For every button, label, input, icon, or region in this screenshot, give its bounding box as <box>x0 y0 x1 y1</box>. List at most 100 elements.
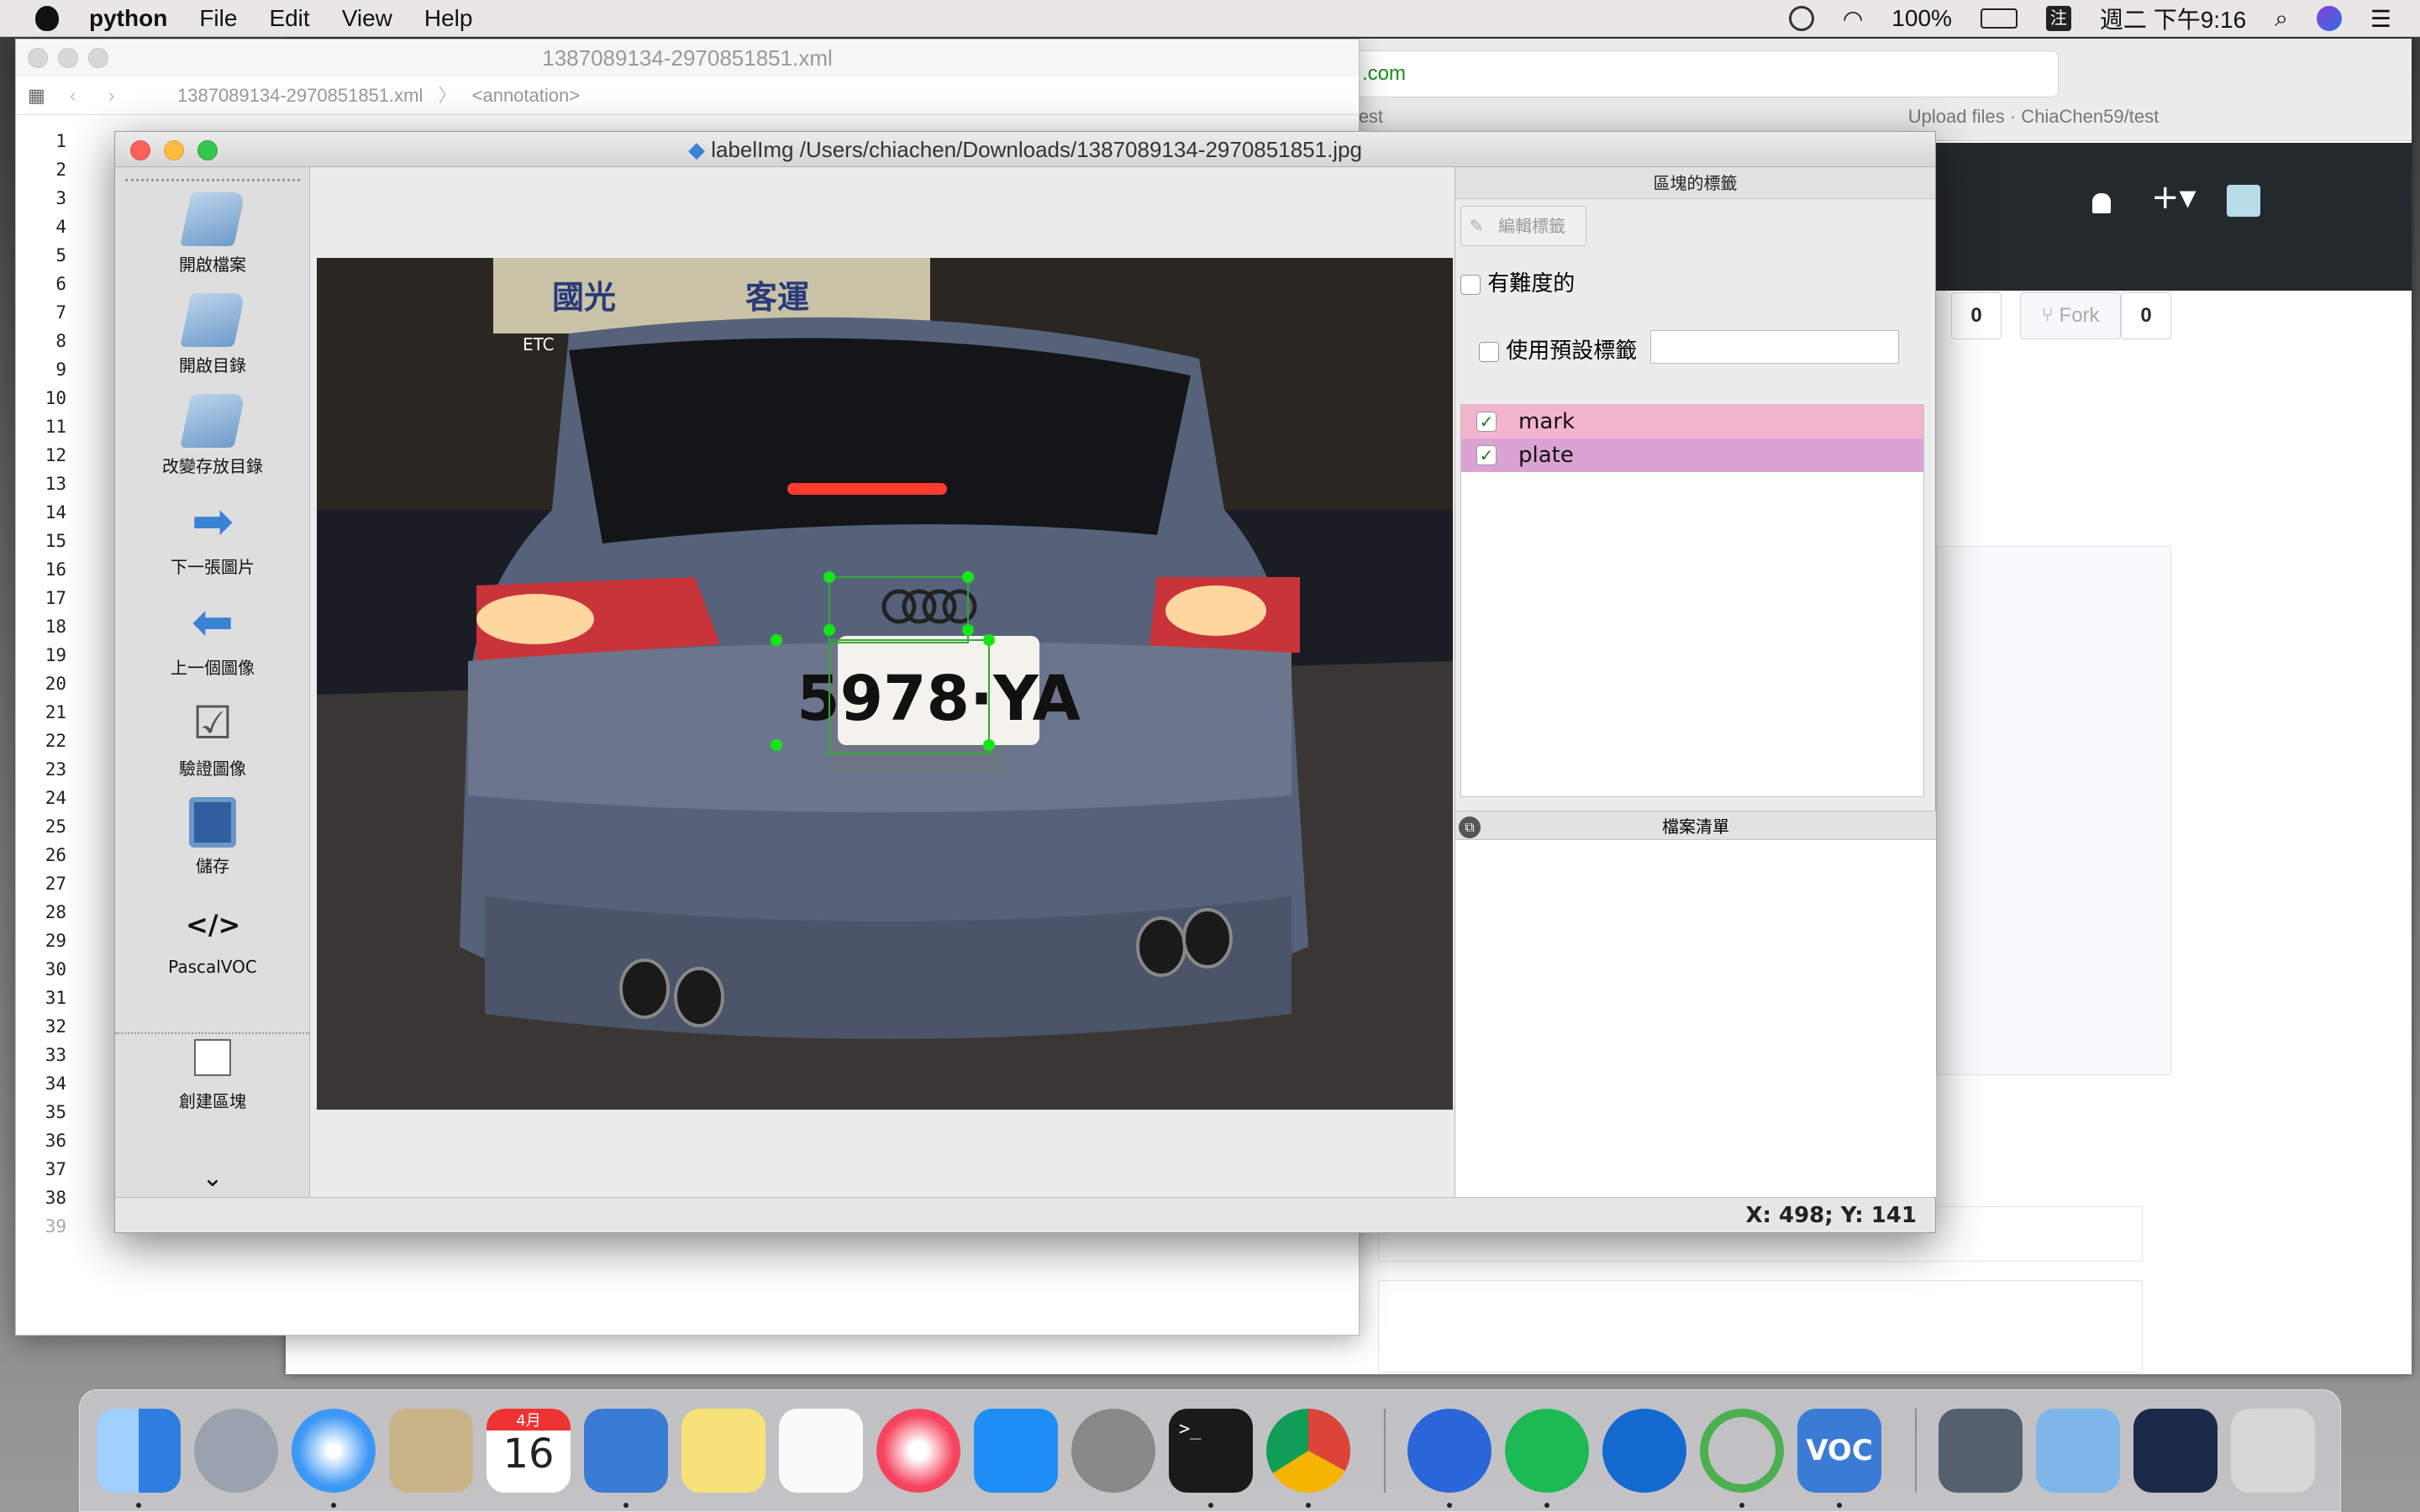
zoom-button[interactable] <box>197 140 218 160</box>
close-button[interactable] <box>130 140 150 160</box>
battery-icon[interactable] <box>1980 8 2018 29</box>
open-file-button[interactable]: 開啟檔案 <box>115 192 310 276</box>
bbox-handle[interactable] <box>962 571 974 583</box>
spotify-icon[interactable] <box>1505 1409 1589 1493</box>
notification-center-icon[interactable]: ☰ <box>2370 5 2391 33</box>
open-dir-button[interactable]: 開啟目錄 <box>115 293 310 376</box>
difficult-checkbox[interactable]: 有難度的 <box>1460 266 1575 297</box>
zoom-button[interactable] <box>88 48 108 68</box>
mail-icon[interactable] <box>389 1409 473 1493</box>
forward-icon[interactable]: › <box>108 76 114 115</box>
avatar[interactable] <box>2227 185 2260 217</box>
use-default-label-checkbox[interactable]: 使用預設標籤 <box>1479 333 1637 365</box>
create-box-button[interactable]: 創建區塊 <box>115 1039 310 1112</box>
checkbox-checked-icon[interactable]: ✓ <box>1476 412 1497 432</box>
menu-file[interactable]: File <box>199 5 237 32</box>
menu-edit[interactable]: Edit <box>269 5 309 32</box>
line-number: 38 <box>45 1188 66 1208</box>
label-list[interactable]: ✓ mark ✓ plate <box>1460 404 1924 797</box>
sync-icon[interactable] <box>1788 6 1814 31</box>
bell-icon[interactable] <box>2092 193 2111 213</box>
bus-sign-right: 客運 <box>745 279 809 316</box>
battery-percent: 100% <box>1891 5 1952 31</box>
bbox-handle[interactable] <box>771 739 782 751</box>
labelimg-dock-icon[interactable]: VOC <box>1797 1409 1881 1493</box>
clock[interactable]: 週二 下午9:16 <box>2100 2 2246 35</box>
wifi-icon[interactable]: ◠ <box>1843 5 1863 33</box>
menu-app-python[interactable]: python <box>89 5 167 32</box>
github-header <box>1933 143 2412 291</box>
arrow-right-icon: ➡ <box>191 492 234 551</box>
bbox-handle[interactable] <box>823 571 835 583</box>
app-store-icon[interactable] <box>974 1409 1058 1493</box>
chrome-icon[interactable] <box>1266 1409 1350 1493</box>
terminal-icon[interactable]: >_ <box>1169 1409 1253 1493</box>
launchpad-icon[interactable] <box>194 1409 278 1493</box>
default-label-input[interactable] <box>1650 330 1899 364</box>
trash-icon[interactable] <box>2231 1409 2315 1493</box>
window-title-text: labelImg /Users/chiachen/Downloads/13870… <box>711 137 1362 162</box>
breadcrumb-file[interactable]: 1387089134-2970851851.xml <box>177 85 423 106</box>
calendar-icon[interactable]: 4月 16 <box>487 1409 571 1493</box>
finder-icon[interactable] <box>97 1409 181 1493</box>
prev-image-button[interactable]: ⬅ 上一個圖像 <box>115 596 310 679</box>
label-item-mark[interactable]: ✓ mark <box>1461 405 1923 438</box>
fork-button[interactable]: ⑂ Fork <box>2020 292 2121 339</box>
file-list[interactable] <box>1455 839 1936 1197</box>
apple-icon[interactable] <box>35 5 59 31</box>
format-button[interactable]: </> PascalVOC <box>115 898 310 977</box>
fork-count[interactable]: 0 <box>2121 292 2171 339</box>
edit-label-button[interactable]: ✎ 編輯標籤 <box>1460 206 1586 246</box>
more-tools-chevron-icon[interactable]: ⌄ <box>115 1163 310 1193</box>
xcode-icon[interactable] <box>584 1409 668 1493</box>
arrow-left-icon: ⬅ <box>191 593 234 652</box>
loading-ring-icon[interactable] <box>1700 1409 1784 1493</box>
line-number: 19 <box>45 645 66 665</box>
search-icon[interactable]: ⌕ <box>2275 5 2288 33</box>
bbox-handle[interactable] <box>771 634 782 646</box>
breadcrumb-node[interactable]: <annotation> <box>472 85 580 106</box>
bbox-handle[interactable] <box>983 739 995 751</box>
music-icon[interactable] <box>876 1409 960 1493</box>
float-panel-icon[interactable]: ⧉ <box>1459 816 1481 838</box>
star-count[interactable]: 0 <box>1951 292 2002 339</box>
siri-icon[interactable] <box>2316 6 2342 31</box>
checkbox-checked-icon[interactable]: ✓ <box>1476 445 1497 465</box>
line-number: 2 <box>55 160 66 180</box>
running-indicator <box>331 1503 336 1508</box>
safari-icon[interactable] <box>292 1409 376 1493</box>
bbox-handle[interactable] <box>823 624 835 636</box>
car-photo[interactable]: 5978·YA 國光 客運 ETC <box>317 258 1453 1110</box>
save-button[interactable]: 儲存 <box>115 797 310 877</box>
fork-icon: ⑂ <box>2041 304 2060 327</box>
reminders-icon[interactable] <box>779 1409 863 1493</box>
folder-icon[interactable] <box>2036 1409 2120 1493</box>
grid-icon[interactable]: ▦ <box>28 76 45 115</box>
teamviewer-icon[interactable] <box>1602 1409 1686 1493</box>
minimize-button[interactable] <box>58 48 78 68</box>
back-icon[interactable]: ‹ <box>70 76 76 115</box>
textarea[interactable] <box>1378 1280 2143 1373</box>
menu-help[interactable]: Help <box>424 5 473 32</box>
verify-image-button[interactable]: ☑ 驗證圖像 <box>115 696 310 780</box>
notes-icon[interactable] <box>681 1409 765 1493</box>
next-image-button[interactable]: ➡ 下一張圖片 <box>115 495 310 578</box>
browser-tab-upload[interactable]: Upload files · ChiaChen59/test <box>1697 106 2370 128</box>
change-save-dir-button[interactable]: 改變存放目錄 <box>115 394 310 477</box>
running-indicator <box>1447 1503 1452 1508</box>
labelimg-window: ◆ labelImg /Users/chiachen/Downloads/138… <box>114 131 1936 1233</box>
image-thumbnail-icon[interactable] <box>1939 1409 2023 1493</box>
checkbox[interactable] <box>1479 341 1499 362</box>
screenshot-thumbnail-icon[interactable] <box>2133 1409 2217 1493</box>
label-item-plate[interactable]: ✓ plate <box>1461 438 1923 472</box>
input-method-icon[interactable]: 注 <box>2045 6 2071 31</box>
menu-view[interactable]: View <box>342 5 392 32</box>
minimize-button[interactable] <box>164 140 184 160</box>
app-circle-icon[interactable] <box>1407 1409 1491 1493</box>
bbox-handle[interactable] <box>983 634 995 646</box>
bbox-handle[interactable] <box>962 624 974 636</box>
close-button[interactable] <box>28 48 48 68</box>
checkbox[interactable] <box>1460 274 1481 295</box>
system-preferences-icon[interactable] <box>1071 1409 1155 1493</box>
plus-icon[interactable]: +▾ <box>2151 178 2196 217</box>
